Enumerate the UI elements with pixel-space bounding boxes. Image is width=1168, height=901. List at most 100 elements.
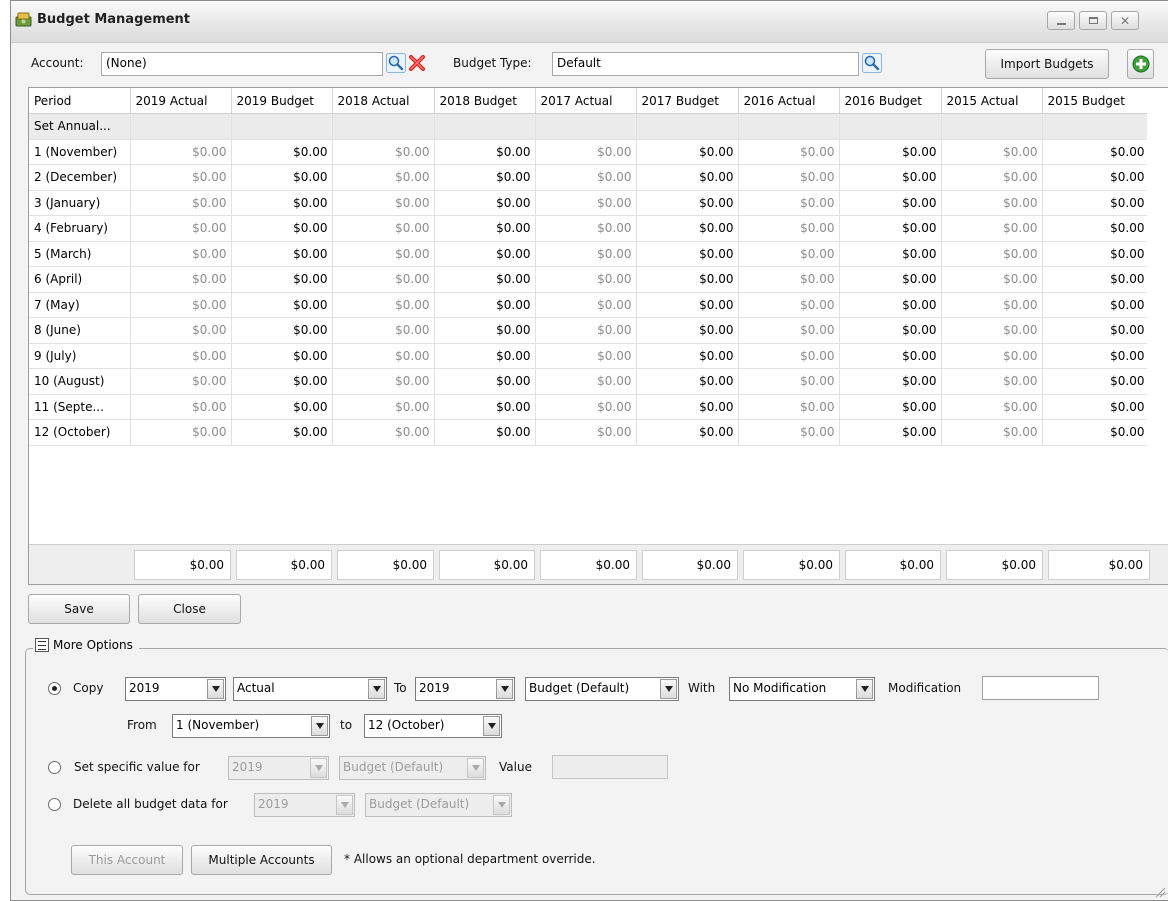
resize-grip-icon[interactable] (1154, 886, 1166, 898)
budget-value-cell[interactable]: $0.00 (1042, 292, 1150, 318)
budget-value-cell[interactable]: $0.00 (636, 139, 739, 165)
budget-value-cell[interactable]: $0.00 (839, 241, 942, 267)
budget-value-cell[interactable]: $0.00 (434, 266, 536, 293)
table-row[interactable]: 11 (Septe... $0.00 $0.00 $0.00 $0.00 $0.00 $0.… (29, 394, 1150, 420)
annual-value-cell[interactable] (1042, 113, 1150, 140)
budget-value-cell[interactable]: $0.00 (839, 139, 942, 165)
budget-value-cell[interactable]: $0.00 (1042, 343, 1150, 369)
budget-value-cell[interactable]: $0.00 (636, 241, 739, 267)
save-button[interactable]: Save (28, 594, 130, 624)
table-row[interactable]: 3 (January) $0.00 $0.00 $0.00 $0.00 $0.00 $0.0… (29, 190, 1150, 216)
budget-value-cell[interactable]: $0.00 (839, 394, 942, 420)
copy-year-to-select[interactable]: 2019 (415, 677, 515, 701)
table-row[interactable]: 1 (November) $0.00 $0.00 $0.00 $0.00 $0.00 $0.… (29, 139, 1150, 165)
table-row[interactable]: 2 (December) $0.00 $0.00 $0.00 $0.00 $0.00 $0.… (29, 164, 1150, 191)
copy-radio[interactable] (48, 682, 61, 695)
budget-value-cell[interactable]: $0.00 (231, 266, 333, 293)
budget-value-cell[interactable]: $0.00 (1042, 241, 1150, 267)
annual-value-cell[interactable] (941, 113, 1043, 140)
set-annual-row[interactable]: Set Annual... (29, 113, 1150, 140)
budget-value-cell[interactable]: $0.00 (636, 394, 739, 420)
account-search-icon[interactable] (386, 53, 406, 73)
budget-value-cell[interactable]: $0.00 (1042, 368, 1150, 395)
budget-value-cell[interactable]: $0.00 (434, 394, 536, 420)
annual-value-cell[interactable] (839, 113, 942, 140)
budget-value-cell[interactable]: $0.00 (839, 419, 942, 446)
table-row[interactable]: 6 (April) $0.00 $0.00 $0.00 $0.00 $0.00 $0.00 $… (29, 266, 1150, 293)
budget-value-cell[interactable]: $0.00 (636, 419, 739, 446)
close-button[interactable]: Close (138, 594, 241, 624)
copy-type-from-select[interactable]: Actual (233, 677, 387, 701)
budget-value-cell[interactable]: $0.00 (434, 317, 536, 344)
column-header[interactable]: 2015 Budget (1042, 88, 1150, 114)
annual-value-cell[interactable] (332, 113, 435, 140)
column-header[interactable]: 2019 Actual (130, 88, 232, 114)
budget-value-cell[interactable]: $0.00 (636, 266, 739, 293)
annual-value-cell[interactable] (738, 113, 840, 140)
minimize-button[interactable] (1047, 11, 1075, 30)
set-specific-type-select[interactable]: Budget (Default) (339, 756, 486, 780)
specific-value-input[interactable] (552, 755, 668, 779)
table-row[interactable]: 12 (October) $0.00 $0.00 $0.00 $0.00 $0.00 $0.… (29, 419, 1150, 446)
copy-type-to-select[interactable]: Budget (Default) (525, 677, 679, 701)
annual-value-cell[interactable] (231, 113, 333, 140)
budget-value-cell[interactable]: $0.00 (231, 190, 333, 216)
annual-value-cell[interactable] (434, 113, 536, 140)
budget-value-cell[interactable]: $0.00 (1042, 190, 1150, 216)
budget-value-cell[interactable]: $0.00 (231, 343, 333, 369)
budget-value-cell[interactable]: $0.00 (1042, 164, 1150, 191)
account-field[interactable]: (None) (101, 52, 383, 76)
table-row[interactable]: 5 (March) $0.00 $0.00 $0.00 $0.00 $0.00 $0.00 $… (29, 241, 1150, 267)
budget-value-cell[interactable]: $0.00 (434, 241, 536, 267)
budget-value-cell[interactable]: $0.00 (636, 317, 739, 344)
budget-value-cell[interactable]: $0.00 (231, 368, 333, 395)
close-window-button[interactable]: ✕ (1111, 11, 1139, 30)
delete-type-select[interactable]: Budget (Default) (365, 793, 512, 817)
budget-value-cell[interactable]: $0.00 (636, 368, 739, 395)
budget-value-cell[interactable]: $0.00 (1042, 394, 1150, 420)
import-budgets-button[interactable]: Import Budgets (985, 49, 1109, 79)
delete-all-radio[interactable] (48, 798, 61, 811)
column-header[interactable]: 2015 Actual (941, 88, 1043, 114)
budget-value-cell[interactable]: $0.00 (1042, 215, 1150, 242)
budget-value-cell[interactable]: $0.00 (231, 292, 333, 318)
budget-value-cell[interactable]: $0.00 (839, 343, 942, 369)
set-specific-year-select[interactable]: 2019 (228, 756, 329, 780)
column-header[interactable]: 2018 Actual (332, 88, 435, 114)
delete-year-select[interactable]: 2019 (254, 793, 355, 817)
more-options-toggle[interactable]: More Options (33, 638, 139, 652)
budget-value-cell[interactable]: $0.00 (839, 190, 942, 216)
column-header[interactable]: 2018 Budget (434, 88, 536, 114)
table-row[interactable]: 10 (August) $0.00 $0.00 $0.00 $0.00 $0.00 $0.0… (29, 368, 1150, 395)
budget-value-cell[interactable]: $0.00 (231, 394, 333, 420)
budget-value-cell[interactable]: $0.00 (636, 292, 739, 318)
budget-value-cell[interactable]: $0.00 (636, 164, 739, 191)
table-row[interactable]: 7 (May) $0.00 $0.00 $0.00 $0.00 $0.00 $0.00 $0.… (29, 292, 1150, 318)
budget-value-cell[interactable]: $0.00 (1042, 139, 1150, 165)
budget-value-cell[interactable]: $0.00 (839, 368, 942, 395)
budget-value-cell[interactable]: $0.00 (434, 215, 536, 242)
column-header[interactable]: 2017 Budget (636, 88, 739, 114)
budget-value-cell[interactable]: $0.00 (839, 317, 942, 344)
copy-year-from-select[interactable]: 2019 (125, 677, 226, 701)
budget-type-field[interactable]: Default (552, 52, 859, 76)
column-header[interactable]: 2017 Actual (535, 88, 637, 114)
budget-value-cell[interactable]: $0.00 (636, 190, 739, 216)
multiple-accounts-button[interactable]: Multiple Accounts (191, 845, 332, 875)
budget-value-cell[interactable]: $0.00 (636, 343, 739, 369)
budget-value-cell[interactable]: $0.00 (1042, 266, 1150, 293)
budget-value-cell[interactable]: $0.00 (839, 164, 942, 191)
budget-value-cell[interactable]: $0.00 (434, 190, 536, 216)
add-budget-button[interactable] (1127, 49, 1154, 79)
column-header[interactable]: 2016 Actual (738, 88, 840, 114)
annual-value-cell[interactable] (130, 113, 232, 140)
table-row[interactable]: 8 (June) $0.00 $0.00 $0.00 $0.00 $0.00 $0.00 $0… (29, 317, 1150, 344)
annual-value-cell[interactable] (636, 113, 739, 140)
period-from-select[interactable]: 1 (November) (172, 714, 330, 738)
budget-value-cell[interactable]: $0.00 (231, 317, 333, 344)
budget-value-cell[interactable]: $0.00 (231, 164, 333, 191)
budget-value-cell[interactable]: $0.00 (231, 241, 333, 267)
table-row[interactable]: 4 (February) $0.00 $0.00 $0.00 $0.00 $0.00 $0.… (29, 215, 1150, 242)
this-account-button[interactable]: This Account (71, 845, 183, 875)
budget-type-search-icon[interactable] (862, 53, 882, 73)
